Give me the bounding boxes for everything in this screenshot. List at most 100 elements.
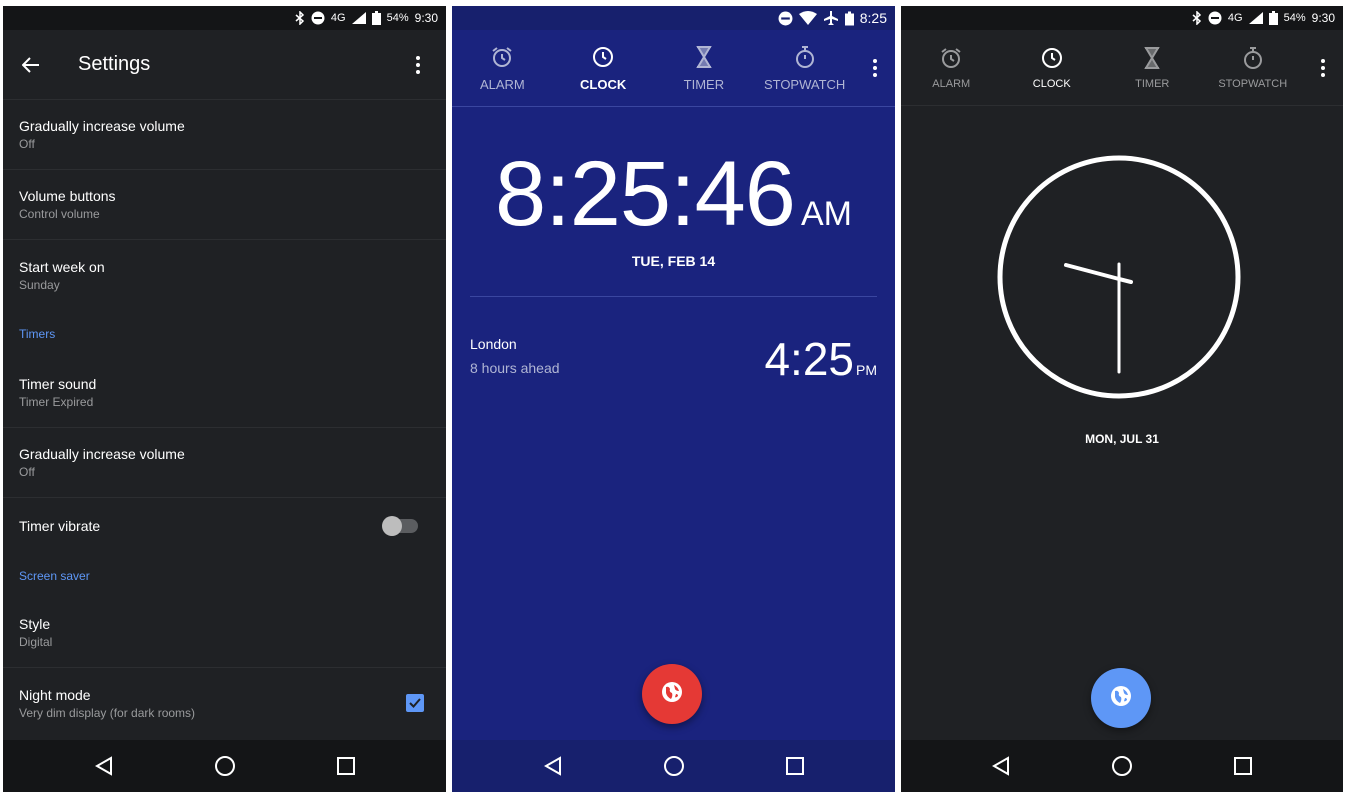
network-type: 4G	[330, 12, 346, 24]
setting-summary: Off	[19, 137, 35, 151]
setting-gradually-increase-volume[interactable]: Gradually increase volume Off	[3, 100, 446, 170]
airplane-mode-icon	[823, 10, 839, 26]
back-nav-icon[interactable]	[986, 751, 1016, 781]
section-header-timers: Timers	[19, 327, 56, 341]
tab-bar: ALARM CLOCK TIMER STOPWATCH	[901, 30, 1343, 106]
setting-title: Style	[19, 616, 51, 632]
battery-icon	[1268, 11, 1278, 25]
status-time: 9:30	[1311, 11, 1335, 25]
hourglass-icon	[692, 45, 716, 69]
setting-title: Timer sound	[19, 376, 97, 392]
status-time: 9:30	[414, 11, 438, 25]
back-arrow-icon[interactable]	[19, 53, 43, 77]
clock-icon	[1040, 46, 1064, 70]
night-mode-checkbox[interactable]	[406, 694, 424, 712]
current-ampm: AM	[800, 195, 852, 233]
city-time-digits: 4:25	[764, 333, 854, 385]
setting-summary: Control volume	[19, 207, 100, 221]
tab-label: CLOCK	[1032, 77, 1071, 90]
switch-knob	[382, 516, 402, 536]
clock-screen-analog: 4G 54% 9:30 ALARM CLOCK TIMER STOPWATCH …	[901, 6, 1343, 792]
setting-summary: Digital	[19, 635, 53, 649]
tab-alarm[interactable]: ALARM	[452, 30, 553, 106]
navigation-bar	[3, 740, 446, 792]
city-time: 4:25 PM	[764, 332, 877, 386]
setting-title: Gradually increase volume	[19, 446, 185, 462]
setting-summary: Off	[19, 465, 35, 479]
settings-screen: 4G 54% 9:30 Settings Gradually increase …	[3, 6, 446, 792]
navigation-bar	[901, 740, 1343, 792]
analog-clock	[996, 154, 1242, 400]
do-not-disturb-icon	[311, 11, 325, 25]
status-time: 8:25	[859, 10, 887, 26]
clock-icon	[591, 45, 615, 69]
tab-label: TIMER	[1135, 77, 1170, 90]
status-bar: 4G 54% 9:30	[3, 6, 446, 30]
setting-summary: Very dim display (for dark rooms)	[19, 705, 196, 720]
recents-nav-icon[interactable]	[1228, 751, 1258, 781]
current-date: MON, JUL 31	[1085, 432, 1159, 446]
setting-start-week-on[interactable]: Start week on Sunday	[3, 240, 446, 310]
status-bar: 8:25	[452, 6, 895, 30]
tab-timer[interactable]: TIMER	[1102, 30, 1203, 105]
bluetooth-icon	[1192, 11, 1202, 25]
tab-label: STOPWATCH	[1218, 77, 1288, 90]
tab-label: TIMER	[683, 76, 725, 92]
tab-clock[interactable]: CLOCK	[1002, 30, 1103, 105]
setting-title: Night mode	[19, 686, 91, 703]
overflow-menu-icon[interactable]	[1303, 30, 1343, 105]
back-nav-icon[interactable]	[89, 751, 119, 781]
tab-label: ALARM	[479, 76, 525, 92]
tab-label: CLOCK	[580, 76, 627, 92]
stopwatch-icon	[1241, 46, 1265, 70]
signal-icon	[1248, 12, 1263, 24]
section-header-screen-saver: Screen saver	[19, 569, 90, 583]
timer-vibrate-switch[interactable]	[382, 516, 418, 536]
divider	[470, 296, 877, 297]
world-clock-city[interactable]: London 8 hours ahead	[470, 336, 560, 376]
hourglass-icon	[1140, 46, 1164, 70]
setting-summary: Timer Expired	[19, 395, 94, 409]
back-nav-icon[interactable]	[538, 751, 568, 781]
add-city-button[interactable]	[1091, 668, 1151, 728]
current-time: 8:25:46	[495, 143, 796, 245]
setting-timer-vibrate[interactable]: Timer vibrate	[3, 498, 446, 554]
recents-nav-icon[interactable]	[331, 751, 361, 781]
setting-timer-sound[interactable]: Timer sound Timer Expired	[3, 358, 446, 428]
recents-nav-icon[interactable]	[780, 751, 810, 781]
setting-night-mode[interactable]: Night mode Very dim display (for dark ro…	[3, 668, 446, 738]
tab-stopwatch[interactable]: STOPWATCH	[754, 30, 855, 106]
stopwatch-icon	[793, 45, 817, 69]
tab-alarm[interactable]: ALARM	[901, 30, 1002, 105]
setting-summary: Sunday	[19, 277, 60, 292]
setting-title: Start week on	[19, 258, 105, 275]
home-nav-icon[interactable]	[210, 751, 240, 781]
tab-timer[interactable]: TIMER	[654, 30, 755, 106]
tab-stopwatch[interactable]: STOPWATCH	[1203, 30, 1304, 105]
add-city-button[interactable]	[642, 664, 702, 724]
home-nav-icon[interactable]	[659, 751, 689, 781]
bluetooth-icon	[295, 11, 305, 25]
tab-label: ALARM	[932, 77, 971, 90]
wifi-icon	[798, 11, 817, 25]
setting-volume-buttons[interactable]: Volume buttons Control volume	[3, 170, 446, 240]
overflow-menu-icon[interactable]	[855, 30, 895, 106]
tab-clock[interactable]: CLOCK	[553, 30, 654, 106]
network-type: 4G	[1227, 12, 1243, 24]
overflow-menu-icon[interactable]	[406, 53, 430, 77]
do-not-disturb-icon	[1208, 11, 1222, 25]
signal-icon	[351, 12, 366, 24]
tab-bar: ALARM CLOCK TIMER STOPWATCH	[452, 30, 895, 107]
city-time-ampm: PM	[856, 362, 877, 378]
hour-hand-tail	[1117, 277, 1133, 284]
setting-timer-gradually-increase-volume[interactable]: Gradually increase volume Off	[3, 428, 446, 498]
setting-style[interactable]: Style Digital	[3, 598, 446, 668]
navigation-bar	[452, 740, 895, 792]
city-offset: 8 hours ahead	[470, 360, 560, 376]
setting-title: Volume buttons	[19, 188, 116, 204]
home-nav-icon[interactable]	[1107, 751, 1137, 781]
globe-icon	[1110, 685, 1132, 712]
battery-icon	[371, 11, 381, 25]
tab-label: STOPWATCH	[763, 76, 846, 92]
battery-icon	[844, 11, 854, 26]
